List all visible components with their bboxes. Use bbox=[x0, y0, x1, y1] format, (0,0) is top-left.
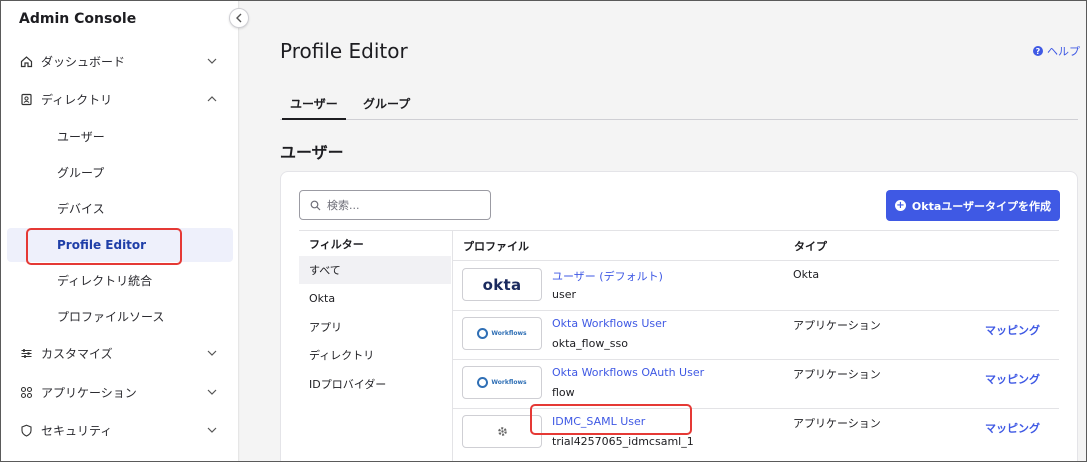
subnav-devices-label: デバイス bbox=[57, 201, 105, 216]
profile-name-link[interactable]: ユーザー (デフォルト) bbox=[552, 268, 663, 284]
home-icon bbox=[19, 54, 33, 68]
main-content: Profile Editor ? ヘルプ ユーザー グループ ユーザー + Ok… bbox=[240, 1, 1086, 461]
subnav-users-label: ユーザー bbox=[57, 129, 105, 144]
shield-icon bbox=[19, 423, 33, 437]
nav-directory[interactable]: ディレクトリ bbox=[1, 82, 239, 116]
tab-groups[interactable]: グループ bbox=[363, 95, 410, 112]
highlight-box-idmc-saml bbox=[530, 404, 692, 435]
plus-icon: + bbox=[894, 200, 906, 211]
nav-directory-label: ディレクトリ bbox=[41, 92, 113, 107]
sidebar: Admin Console ダッシュボード ディレクトリ ユーザー グループ デ… bbox=[1, 1, 239, 461]
nav-dashboard[interactable]: ダッシュボード bbox=[1, 44, 239, 78]
nav-customize[interactable]: カスタマイズ bbox=[1, 336, 239, 370]
subnav-directory-integration-label: ディレクトリ統合 bbox=[57, 273, 153, 288]
okta-logo: okta bbox=[462, 268, 542, 301]
tab-bar: ユーザー グループ bbox=[280, 87, 1078, 120]
filter-apps[interactable]: アプリ bbox=[299, 313, 451, 341]
profile-type: アプリケーション bbox=[793, 417, 881, 430]
table-row: okta ユーザー (デフォルト) user Okta bbox=[453, 261, 1059, 310]
chevron-down-icon bbox=[207, 348, 217, 359]
chevron-left-icon bbox=[236, 13, 242, 23]
subnav-directory-integration[interactable]: ディレクトリ統合 bbox=[1, 263, 239, 297]
filter-heading: フィルター bbox=[309, 238, 364, 251]
table-row: Workflows Okta Workflows OAuth User flow… bbox=[453, 359, 1059, 408]
table-row: Workflows Okta Workflows User okta_flow_… bbox=[453, 310, 1059, 359]
directory-icon bbox=[19, 92, 33, 106]
profiles-card: + Oktaユーザータイプを作成 フィルター すべて Okta アプリ ディレク… bbox=[280, 171, 1078, 461]
mapping-link[interactable]: マッピング bbox=[985, 371, 1040, 387]
nav-dashboard-label: ダッシュボード bbox=[41, 54, 126, 69]
chevron-down-icon bbox=[207, 387, 217, 398]
workflows-icon bbox=[477, 377, 489, 388]
apps-grid-icon bbox=[19, 385, 33, 399]
profile-id: okta_flow_sso bbox=[552, 337, 629, 350]
profile-type: アプリケーション bbox=[793, 368, 881, 381]
divider bbox=[299, 230, 1059, 231]
help-icon: ? bbox=[1033, 46, 1043, 56]
filter-directory[interactable]: ディレクトリ bbox=[299, 341, 451, 369]
profile-type: アプリケーション bbox=[793, 319, 881, 332]
gear-icon bbox=[497, 427, 507, 436]
filter-okta[interactable]: Okta bbox=[299, 284, 451, 312]
mapping-link[interactable]: マッピング bbox=[985, 322, 1040, 338]
workflows-logo-text: Workflows bbox=[491, 379, 527, 386]
workflows-logo: Workflows bbox=[462, 317, 542, 350]
workflows-logo: Workflows bbox=[462, 366, 542, 399]
chevron-up-icon bbox=[207, 94, 217, 105]
nav-security[interactable]: セキュリティ bbox=[1, 413, 239, 447]
help-link[interactable]: ? ヘルプ bbox=[1033, 43, 1080, 59]
subnav-groups-label: グループ bbox=[57, 165, 105, 180]
filter-idp[interactable]: IDプロバイダー bbox=[299, 370, 451, 398]
column-header-profile: プロファイル bbox=[463, 240, 529, 253]
nav-customize-label: カスタマイズ bbox=[41, 346, 113, 361]
workflows-icon bbox=[477, 328, 489, 339]
mapping-link[interactable]: マッピング bbox=[985, 420, 1040, 436]
subnav-users[interactable]: ユーザー bbox=[1, 119, 239, 153]
profile-id: trial4257065_idmcsaml_1 bbox=[552, 435, 694, 448]
subnav-groups[interactable]: グループ bbox=[1, 155, 239, 189]
app-window: Admin Console ダッシュボード ディレクトリ ユーザー グループ デ… bbox=[0, 0, 1087, 462]
create-user-type-button[interactable]: + Oktaユーザータイプを作成 bbox=[886, 190, 1060, 221]
chevron-down-icon bbox=[207, 425, 217, 436]
brand-title: Admin Console bbox=[19, 11, 137, 27]
search-box[interactable] bbox=[299, 190, 491, 220]
highlight-box-profile-editor bbox=[26, 228, 182, 265]
workflows-logo-text: Workflows bbox=[491, 330, 527, 337]
help-label: ヘルプ bbox=[1047, 45, 1080, 58]
subnav-profile-sources-label: プロファイルソース bbox=[57, 309, 165, 324]
page-title: Profile Editor bbox=[280, 39, 408, 63]
section-title: ユーザー bbox=[280, 143, 344, 162]
profile-type: Okta bbox=[793, 268, 820, 281]
search-input[interactable] bbox=[327, 198, 477, 212]
nav-security-label: セキュリティ bbox=[41, 423, 113, 438]
search-icon bbox=[310, 200, 321, 210]
filter-all[interactable]: すべて bbox=[299, 256, 451, 284]
create-user-type-label: Oktaユーザータイプを作成 bbox=[911, 199, 1052, 213]
nav-applications-label: アプリケーション bbox=[41, 385, 137, 400]
profile-name-link[interactable]: Okta Workflows User bbox=[552, 317, 666, 330]
collapse-sidebar-button[interactable] bbox=[229, 8, 249, 28]
column-header-type: タイプ bbox=[794, 240, 827, 253]
tab-users[interactable]: ユーザー bbox=[282, 95, 346, 120]
profile-id: user bbox=[552, 288, 576, 301]
chevron-down-icon bbox=[207, 56, 217, 67]
subnav-devices[interactable]: デバイス bbox=[1, 191, 239, 225]
nav-applications[interactable]: アプリケーション bbox=[1, 375, 239, 409]
sliders-icon bbox=[19, 346, 33, 360]
subnav-profile-sources[interactable]: プロファイルソース bbox=[1, 299, 239, 333]
profile-id: flow bbox=[552, 386, 575, 399]
okta-logo-text: okta bbox=[482, 275, 522, 294]
profile-name-link[interactable]: Okta Workflows OAuth User bbox=[552, 366, 704, 379]
